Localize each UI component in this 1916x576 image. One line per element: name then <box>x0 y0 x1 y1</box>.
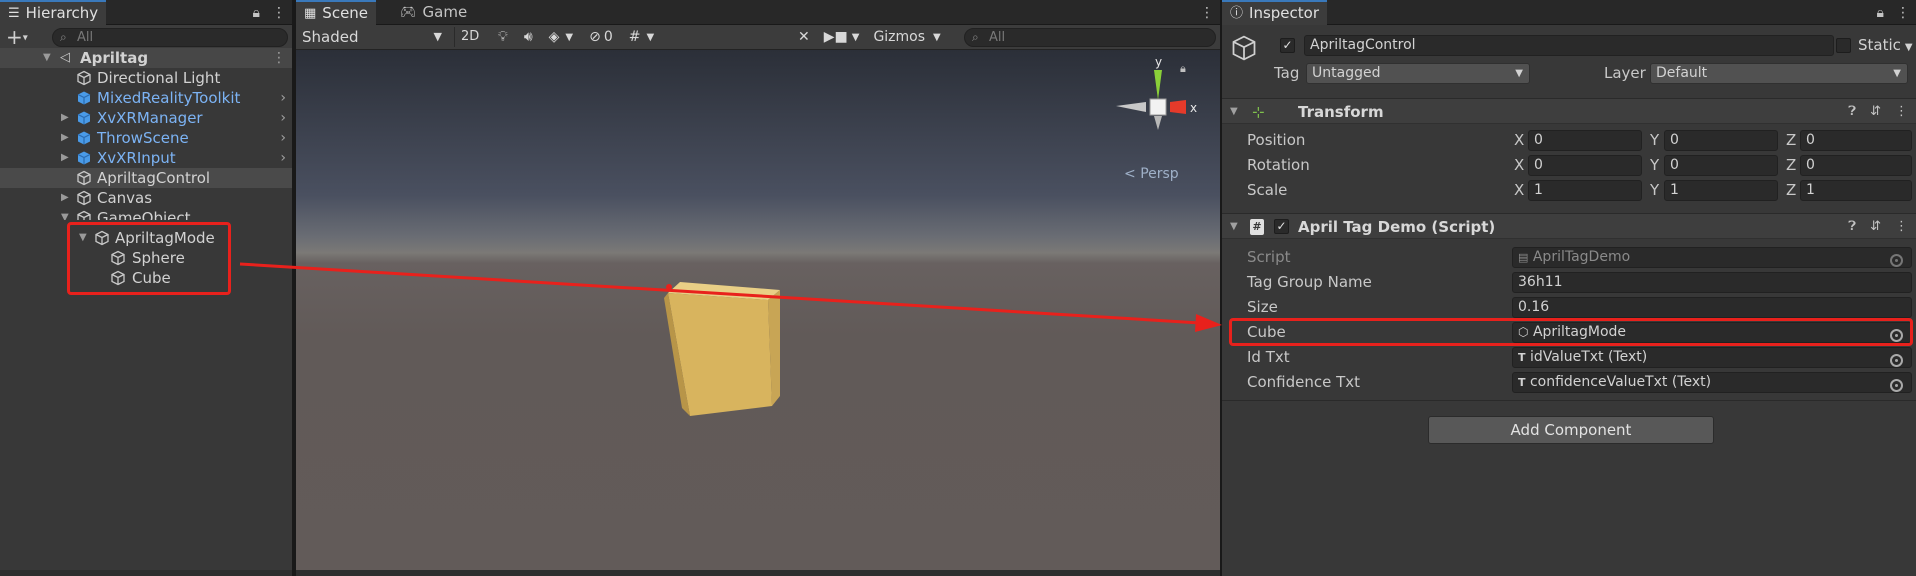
annotation-dot <box>666 284 672 290</box>
annotation-arrowhead <box>1195 314 1222 332</box>
annotation-arrow-layer <box>239 262 1222 332</box>
annotation-arrow-line <box>239 262 1201 325</box>
